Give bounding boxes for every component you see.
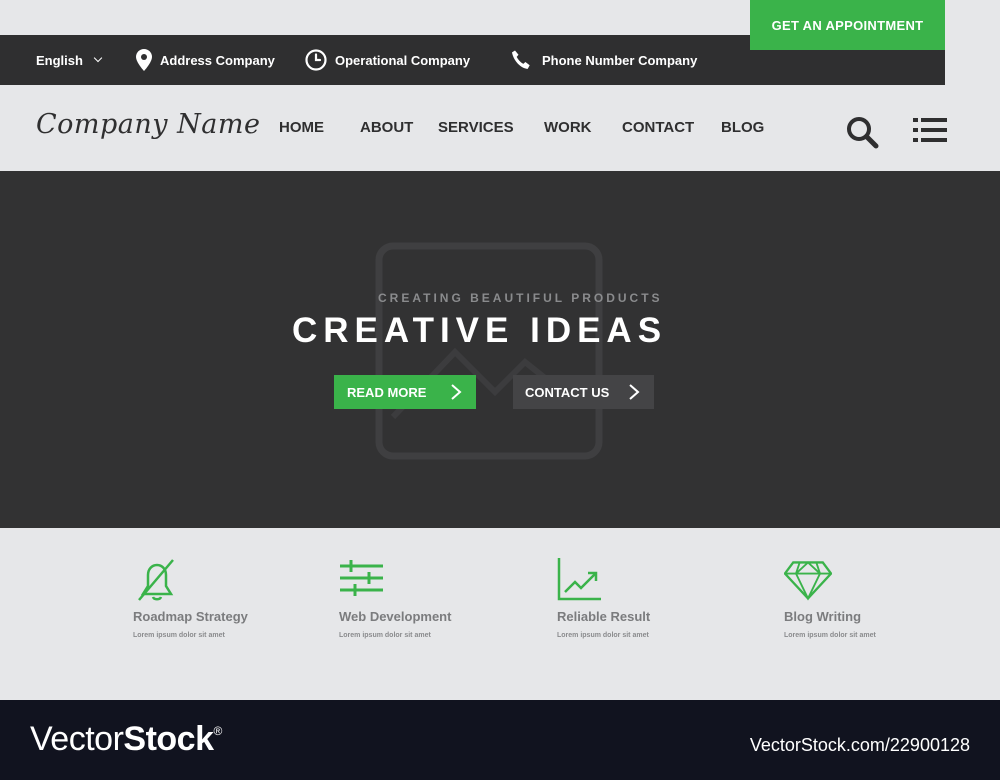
phone-icon <box>512 50 530 69</box>
feature-item: Reliable Result Lorem ipsum dolor sit am… <box>557 558 650 639</box>
address-label: Address Company <box>160 52 275 68</box>
sliders-icon <box>340 560 383 596</box>
nav-blog[interactable]: BLOG <box>721 119 764 136</box>
search-icon[interactable] <box>845 115 879 149</box>
nav-work[interactable]: WORK <box>544 119 592 136</box>
chevron-right-icon <box>451 384 462 400</box>
operational-info: Operational Company <box>305 35 470 85</box>
nav-services[interactable]: SERVICES <box>438 119 514 136</box>
company-logo[interactable]: Company Name <box>36 109 260 140</box>
watermark-brand-bold: Stock <box>123 720 214 758</box>
feature-item: Blog Writing Lorem ipsum dolor sit amet <box>784 558 876 639</box>
phone-info: Phone Number Company <box>510 35 697 85</box>
phone-label: Phone Number Company <box>542 52 698 68</box>
feature-description: Lorem ipsum dolor sit amet <box>133 632 225 639</box>
feature-description: Lorem ipsum dolor sit amet <box>339 632 431 639</box>
hamburger-menu-icon[interactable] <box>913 117 947 143</box>
feature-title: Blog Writing <box>784 609 862 624</box>
chevron-right-icon <box>629 384 640 400</box>
watermark-url: VectorStock.com/22900128 <box>749 735 970 755</box>
feature-title: Web Development <box>339 609 452 624</box>
contact-us-button[interactable]: CONTACT US <box>513 375 654 409</box>
operational-label: Operational Company <box>335 52 471 68</box>
vectorstock-logo: VectorStock® <box>30 720 222 759</box>
hero-subtitle: CREATING BEAUTIFUL PRODUCTS <box>378 291 663 305</box>
feature-description: Lorem ipsum dolor sit amet <box>557 632 649 639</box>
nav-home[interactable]: HOME <box>279 119 324 136</box>
address-info: Address Company <box>136 35 275 85</box>
bell-off-icon <box>138 559 174 601</box>
main-navbar: Company Name HOME ABOUT SERVICES WORK CO… <box>0 85 1000 171</box>
watermark-brand-prefix: Vector <box>30 720 124 758</box>
feature-title: Reliable Result <box>557 609 651 624</box>
feature-title: Roadmap Strategy <box>133 609 248 624</box>
chevron-down-icon <box>93 53 103 63</box>
language-selector[interactable]: English <box>36 35 103 85</box>
location-pin-icon <box>136 49 152 71</box>
image-placeholder-icon <box>375 242 603 460</box>
contact-us-label: CONTACT US <box>525 384 610 400</box>
feature-item: Roadmap Strategy Lorem ipsum dolor sit a… <box>133 558 248 639</box>
feature-item: Web Development Lorem ipsum dolor sit am… <box>339 558 451 639</box>
feature-description: Lorem ipsum dolor sit amet <box>784 632 876 639</box>
clock-icon <box>305 49 327 71</box>
registered-mark: ® <box>213 724 222 738</box>
nav-contact[interactable]: CONTACT <box>622 119 694 136</box>
hero-title: CREATIVE IDEAS <box>292 311 668 350</box>
nav-about[interactable]: ABOUT <box>360 119 413 136</box>
read-more-button[interactable]: READ MORE <box>334 375 476 409</box>
features-section: Roadmap Strategy Lorem ipsum dolor sit a… <box>0 528 1000 700</box>
watermark-footer: VectorStock® VectorStock.com/22900128 <box>0 700 1000 780</box>
hero-banner: CREATING BEAUTIFUL PRODUCTS CREATIVE IDE… <box>0 171 1000 528</box>
diamond-icon <box>784 561 832 601</box>
website-mockup: English Address Company Operational Comp… <box>0 0 1000 700</box>
get-appointment-button[interactable]: GET AN APPOINTMENT <box>750 0 945 50</box>
chart-growth-icon <box>557 558 601 601</box>
read-more-label: READ MORE <box>347 384 427 400</box>
language-label: English <box>36 52 83 68</box>
